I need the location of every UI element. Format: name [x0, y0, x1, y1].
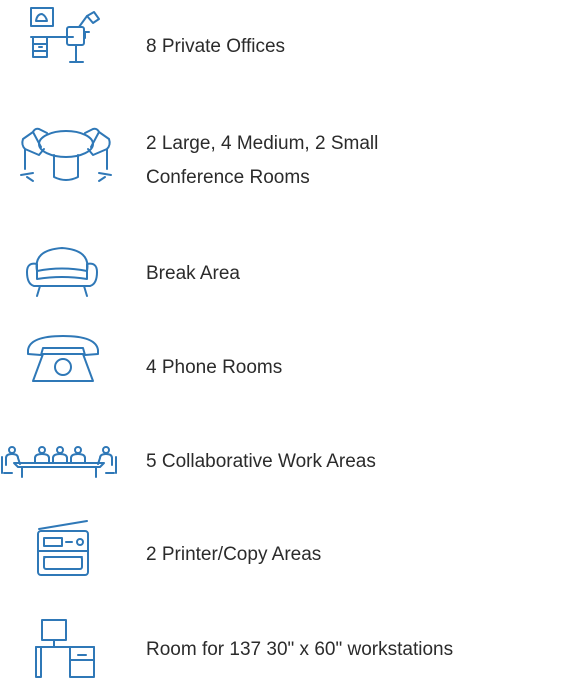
sofa-icon [24, 244, 100, 304]
feature-label: Break Area [146, 263, 240, 284]
feature-label: 4 Phone Rooms [146, 357, 283, 378]
amenities-list: 8 Private Offices 2 Large, 4 Medium, 2 S… [0, 0, 569, 680]
conference-room-icon [19, 125, 115, 187]
feature-label-line-1: 2 Large, 4 Medium, 2 Small [146, 133, 379, 154]
feature-label: 8 Private Offices [146, 36, 286, 57]
feature-label: Room for 137 30" x 60" workstations [146, 639, 454, 660]
feature-label: 2 Printer/Copy Areas [146, 544, 322, 565]
feature-label-line-2: Conference Rooms [146, 167, 310, 188]
private-office-icon [27, 6, 103, 82]
printer-icon [34, 519, 94, 579]
feature-label: 5 Collaborative Work Areas [146, 451, 376, 472]
workstation-icon [34, 616, 98, 680]
phone-icon [25, 334, 101, 386]
collaborative-work-icon [0, 445, 120, 479]
